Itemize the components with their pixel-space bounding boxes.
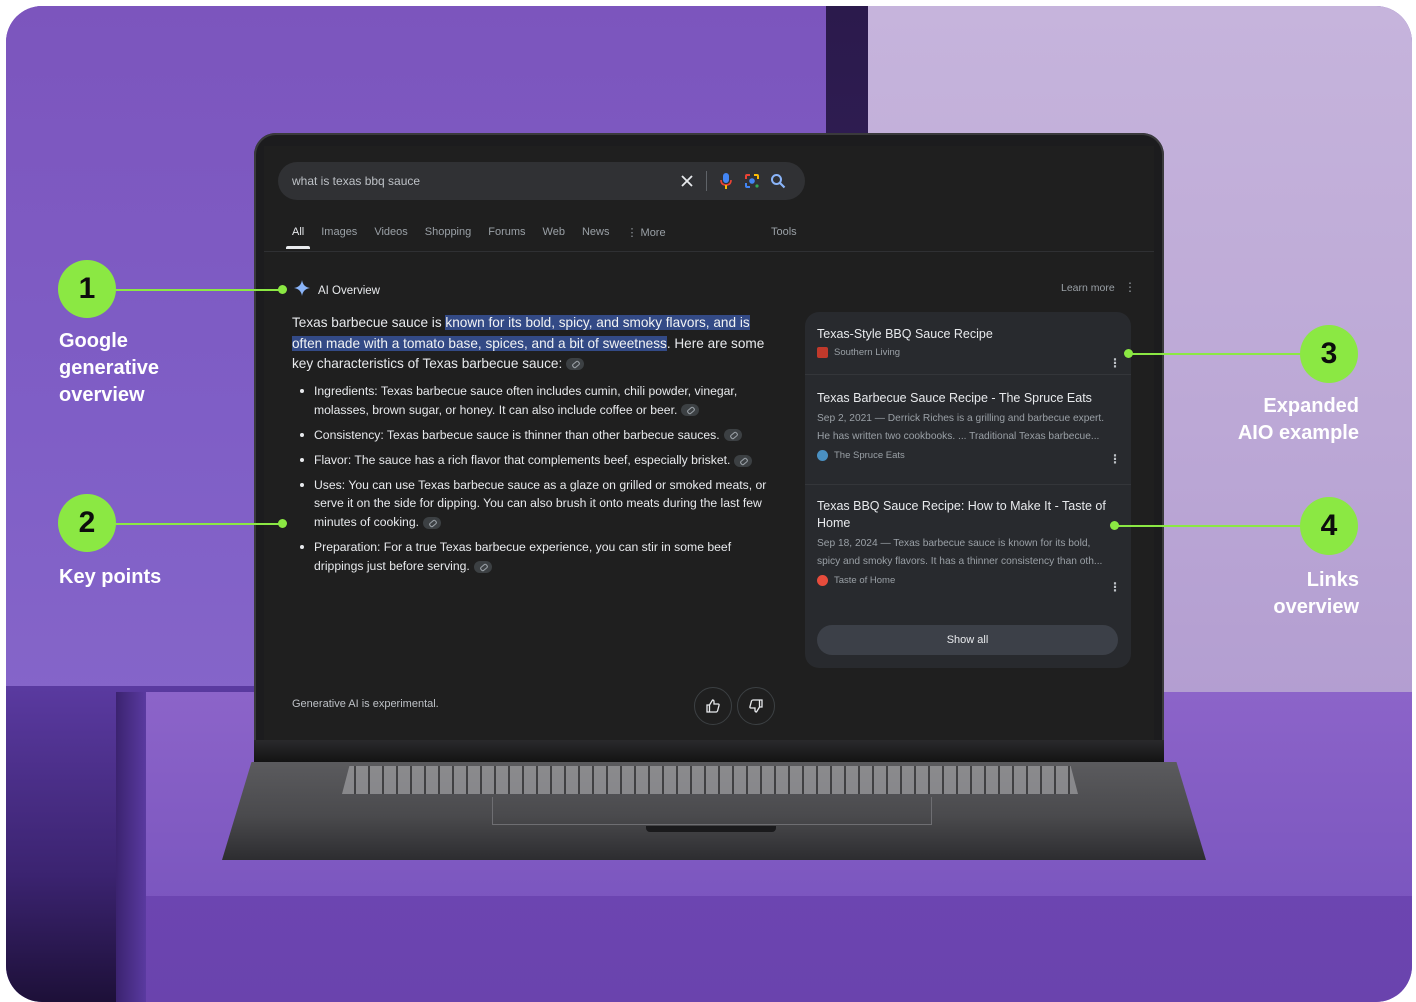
search-tabs: All Images Videos Shopping Forums Web Ne… xyxy=(285,226,666,249)
tab-images[interactable]: Images xyxy=(321,226,357,239)
annotation-caption-1: Google generative overview xyxy=(59,330,160,406)
search-bar[interactable]: what is texas bbq sauce xyxy=(278,162,805,200)
tab-more-label: More xyxy=(640,227,666,239)
laptop-hinge xyxy=(254,740,1164,764)
show-all-button[interactable]: Show all xyxy=(817,625,1118,655)
link-icon[interactable] xyxy=(566,358,585,371)
tab-web[interactable]: Web xyxy=(543,226,565,239)
source-site: The Spruce Eats xyxy=(817,450,1117,461)
keyboard xyxy=(342,766,1078,794)
annotation-dot-3 xyxy=(1124,349,1133,358)
source-title[interactable]: Texas-Style BBQ Sauce Recipe xyxy=(817,326,1117,343)
source-site-name: The Spruce Eats xyxy=(834,450,905,461)
annotation-badge-3: 3 xyxy=(1300,325,1358,383)
annotation-leader-1 xyxy=(116,289,282,291)
source-card[interactable]: Texas-Style BBQ Sauce Recipe Southern Li… xyxy=(817,326,1121,370)
source-site-name: Taste of Home xyxy=(834,575,896,586)
thumbs-down-button[interactable] xyxy=(737,687,775,725)
annotation-badge-1: 1 xyxy=(58,260,116,318)
search-icon[interactable] xyxy=(765,168,791,194)
search-input[interactable]: what is texas bbq sauce xyxy=(292,174,674,188)
tools-button[interactable]: Tools xyxy=(771,226,797,238)
thumbs-up-button[interactable] xyxy=(694,687,732,725)
source-divider xyxy=(805,374,1131,375)
link-icon[interactable] xyxy=(423,516,442,529)
search-divider xyxy=(706,171,707,191)
bullet-text: Flavor: The sauce has a rich flavor that… xyxy=(314,452,731,467)
kebab-icon[interactable]: ⋮ xyxy=(1109,452,1121,466)
bullet-text: Preparation: For a true Texas barbecue e… xyxy=(314,540,732,573)
tab-more[interactable]: ⋮ More xyxy=(626,226,665,239)
list-item: Consistency: Texas barbecue sauce is thi… xyxy=(300,426,776,445)
tab-shopping[interactable]: Shopping xyxy=(425,226,472,239)
link-icon[interactable] xyxy=(681,404,700,417)
ai-overview-intro: Texas barbecue sauce is known for its bo… xyxy=(292,313,772,375)
list-item: Flavor: The sauce has a rich flavor that… xyxy=(300,451,776,470)
source-site-name: Southern Living xyxy=(834,347,901,358)
annotation-leader-2 xyxy=(116,523,282,525)
trackpad xyxy=(492,797,932,825)
ai-disclaimer: Generative AI is experimental. xyxy=(292,698,439,710)
bullet-text: Consistency: Texas barbecue sauce is thi… xyxy=(314,427,720,442)
taste-of-home-favicon-icon xyxy=(817,575,828,586)
intro-text: Texas barbecue sauce is xyxy=(292,315,446,330)
source-site: Southern Living xyxy=(817,347,1117,358)
source-divider xyxy=(805,484,1131,485)
kebab-icon[interactable]: ⋮ xyxy=(1109,356,1121,370)
link-icon[interactable] xyxy=(734,454,753,467)
tab-all[interactable]: All xyxy=(285,226,311,249)
tab-news[interactable]: News xyxy=(582,226,610,239)
source-snippet: Sep 18, 2024 — Texas barbecue sauce is k… xyxy=(817,538,1091,549)
annotation-caption-4: Links overview xyxy=(1273,569,1359,618)
spruce-eats-favicon-icon xyxy=(817,450,828,461)
southern-living-favicon-icon xyxy=(817,347,828,358)
sources-panel: Texas-Style BBQ Sauce Recipe Southern Li… xyxy=(805,312,1131,668)
key-points-list: Ingredients: Texas barbecue sauce often … xyxy=(300,382,776,582)
source-snippet: spicy and smoky flavors. It has a thinne… xyxy=(817,556,1103,567)
kebab-icon[interactable]: ⋮ xyxy=(1124,280,1136,294)
source-snippet: He has written two cookbooks. ... Tradit… xyxy=(817,431,1100,442)
list-item: Preparation: For a true Texas barbecue e… xyxy=(300,538,776,575)
annotation-dot-2 xyxy=(278,519,287,528)
clear-icon[interactable] xyxy=(674,168,700,194)
source-card[interactable]: Texas BBQ Sauce Recipe: How to Make It -… xyxy=(817,498,1121,594)
annotation-badge-2: 2 xyxy=(58,494,116,552)
ai-overview-header: AI Overview xyxy=(294,280,380,301)
tab-videos[interactable]: Videos xyxy=(374,226,407,239)
annotation-dot-4 xyxy=(1110,521,1119,530)
thumbs-up-icon xyxy=(706,699,720,713)
annotation-caption-2: Key points xyxy=(59,566,162,588)
mic-icon[interactable] xyxy=(713,168,739,194)
annotation-leader-4 xyxy=(1116,525,1302,527)
list-item: Ingredients: Texas barbecue sauce often … xyxy=(300,382,776,419)
bullet-text: Uses: You can use Texas barbecue sauce a… xyxy=(314,477,767,530)
annotation-dot-1 xyxy=(278,285,287,294)
kebab-icon[interactable]: ⋮ xyxy=(1109,580,1121,594)
source-snippet: Sep 2, 2021 — Derrick Riches is a grilli… xyxy=(817,413,1105,424)
ai-overview-title: AI Overview xyxy=(318,284,380,297)
link-icon[interactable] xyxy=(723,429,742,442)
annotation-badge-4: 4 xyxy=(1300,497,1358,555)
laptop-notch xyxy=(646,826,776,832)
source-card[interactable]: Texas Barbecue Sauce Recipe - The Spruce… xyxy=(817,390,1121,466)
bullet-text: Ingredients: Texas barbecue sauce often … xyxy=(314,384,738,417)
sparkle-icon xyxy=(294,280,310,301)
source-site: Taste of Home xyxy=(817,575,1117,586)
source-title[interactable]: Texas Barbecue Sauce Recipe - The Spruce… xyxy=(817,390,1117,407)
list-item: Uses: You can use Texas barbecue sauce a… xyxy=(300,476,776,532)
annotation-leader-3 xyxy=(1130,353,1302,355)
annotation-caption-3: Expanded AIO example xyxy=(1237,395,1359,444)
tabs-divider xyxy=(264,251,1154,252)
lens-icon[interactable] xyxy=(739,168,765,194)
thumbs-down-icon xyxy=(749,699,763,713)
link-icon[interactable] xyxy=(473,560,492,573)
pedestal-edge xyxy=(116,692,146,1002)
source-title[interactable]: Texas BBQ Sauce Recipe: How to Make It -… xyxy=(817,498,1117,532)
learn-more-link[interactable]: Learn more xyxy=(1061,282,1115,294)
tab-forums[interactable]: Forums xyxy=(488,226,525,239)
more-kebab-icon: ⋮ xyxy=(626,227,641,239)
pedestal-front xyxy=(116,896,1412,1002)
laptop-screen: what is texas bbq sauce All Images Video… xyxy=(264,146,1154,740)
